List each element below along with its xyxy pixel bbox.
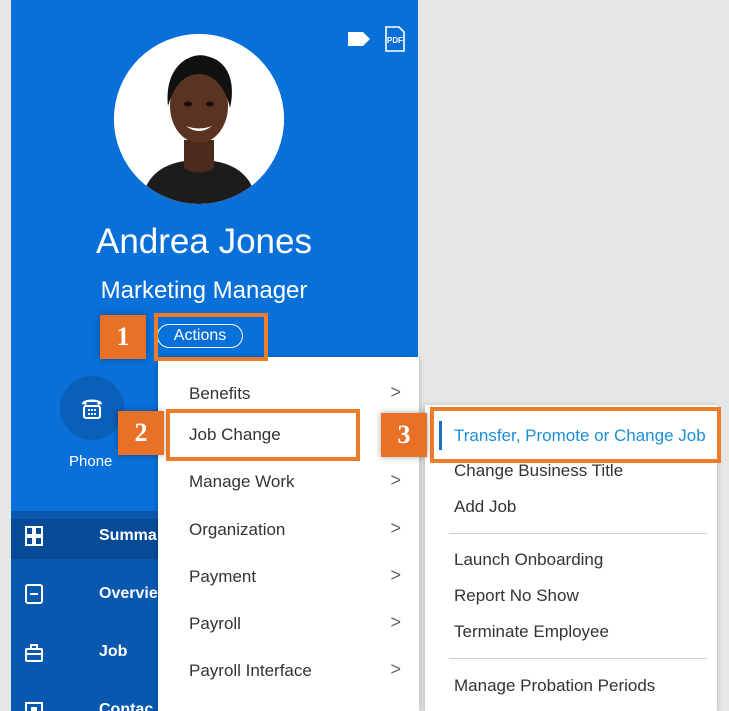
nav-item-label: Job	[99, 643, 128, 660]
menu-item-payment[interactable]: Payment >	[158, 561, 419, 591]
callout-box-1	[154, 313, 268, 361]
document-icon	[25, 584, 43, 604]
worker-name: Andrea Jones	[96, 222, 312, 261]
nav-item-label: Summa	[99, 527, 157, 544]
callout-box-2	[166, 409, 360, 461]
worker-title: Marketing Manager	[100, 277, 308, 304]
menu-item-label: Payroll	[189, 614, 241, 633]
avatar-photo	[114, 34, 284, 204]
submenu-item-change-business-title[interactable]: Change Business Title	[454, 461, 623, 481]
pdf-icon[interactable]: PDF	[384, 26, 406, 52]
submenu-item-manage-probation-periods[interactable]: Manage Probation Periods	[454, 676, 655, 696]
avatar[interactable]	[114, 34, 284, 204]
briefcase-icon	[25, 644, 43, 662]
menu-item-payroll-interface[interactable]: Payroll Interface >	[158, 655, 419, 685]
phone-icon	[82, 399, 102, 419]
tag-icon[interactable]	[348, 32, 370, 46]
callout-box-3	[430, 407, 721, 463]
menu-item-label: Payment	[189, 567, 257, 586]
grid-icon	[25, 526, 43, 546]
chevron-right-icon: >	[390, 518, 401, 538]
menu-item-label: Benefits	[189, 384, 251, 403]
menu-item-organization[interactable]: Organization >	[158, 514, 419, 544]
nav-item-label: Overvie	[99, 585, 158, 602]
submenu-item-add-job[interactable]: Add Job	[454, 497, 516, 517]
submenu-item-terminate-employee[interactable]: Terminate Employee	[454, 622, 609, 642]
step-badge-3: 3	[381, 413, 427, 457]
menu-item-label: Payroll Interface	[189, 661, 312, 680]
nav-item-label: Contac	[99, 701, 154, 711]
submenu-divider	[449, 533, 707, 534]
chevron-right-icon: >	[390, 470, 401, 490]
menu-item-manage-work[interactable]: Manage Work >	[158, 466, 419, 496]
phone-button[interactable]	[60, 376, 124, 440]
profile-toolbar: PDF	[348, 26, 406, 52]
menu-item-label: Organization	[189, 520, 286, 539]
chevron-right-icon: >	[390, 382, 401, 402]
phone-label: Phone	[69, 453, 113, 470]
submenu-item-launch-onboarding[interactable]: Launch Onboarding	[454, 550, 603, 570]
chevron-right-icon: >	[390, 659, 401, 679]
step-badge-2: 2	[118, 411, 164, 455]
chevron-right-icon: >	[390, 565, 401, 585]
menu-item-payroll[interactable]: Payroll >	[158, 608, 419, 638]
submenu-divider	[449, 658, 707, 659]
submenu-item-report-no-show[interactable]: Report No Show	[454, 586, 579, 606]
menu-item-label: Manage Work	[189, 472, 295, 491]
pdf-icon-label: PDF	[387, 36, 403, 45]
contact-icon	[25, 702, 43, 711]
menu-item-benefits[interactable]: Benefits >	[158, 378, 419, 408]
step-badge-1: 1	[100, 315, 146, 359]
chevron-right-icon: >	[390, 612, 401, 632]
